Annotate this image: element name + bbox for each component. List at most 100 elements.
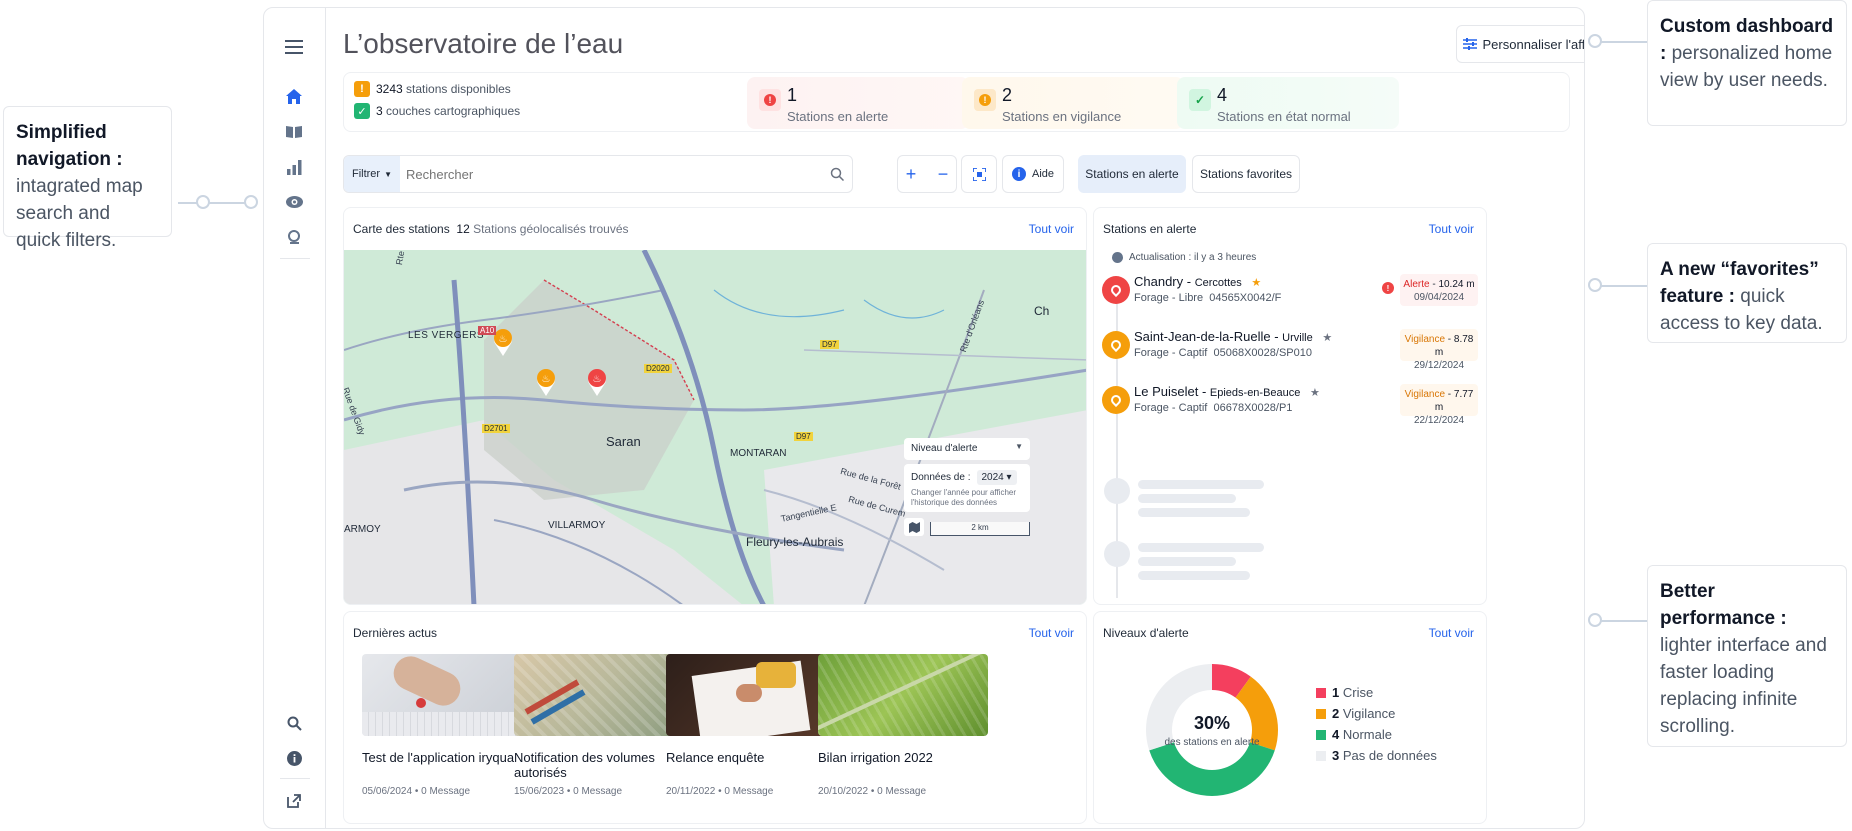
tab-stations-alert[interactable]: Stations en alerte [1078, 155, 1186, 193]
tab-stations-favorites[interactable]: Stations favorites [1192, 155, 1300, 193]
zoom-out-icon[interactable]: − [938, 164, 949, 185]
eye-icon[interactable] [283, 191, 305, 213]
star-icon[interactable]: ★ [1310, 387, 1320, 399]
map-label: Ch [1034, 304, 1050, 318]
stations-count: 3243 [376, 82, 403, 96]
station-type-line: Forage - Captif 05068X0028/SP010 [1134, 347, 1312, 359]
legend-label: Pas de données [1342, 748, 1437, 763]
level-label: Vigilance [1404, 334, 1446, 345]
station-name: Le Puiselet [1134, 384, 1199, 399]
map-label: Fleury-les-Aubrais [746, 535, 844, 549]
stat-alert-value: 1 [787, 85, 798, 105]
station-type: Forage - Libre [1134, 292, 1204, 304]
filter-button[interactable]: Filtrer ▼ [344, 156, 400, 192]
filter-label: Filtrer [351, 168, 381, 180]
layers-summary: ✓ 3 couches cartographiques [354, 103, 520, 119]
book-icon[interactable] [283, 120, 305, 142]
location-pin-icon [1102, 276, 1130, 304]
search-icon[interactable] [830, 167, 844, 181]
stat-alert[interactable]: ! 1 Stations en alerte [747, 77, 969, 129]
skeleton-row [1094, 541, 1486, 601]
alert-level-select[interactable]: Niveau d'alerte ▼ [904, 438, 1030, 460]
legend-count: 1 [1332, 685, 1340, 700]
news-item[interactable]: Relance enquête 20/11/2022 • 0 Message [666, 654, 836, 797]
map-see-all-link[interactable]: Tout voir [1029, 222, 1074, 236]
map-count-label: Stations géolocalisés trouvés [473, 222, 629, 236]
customize-button[interactable]: Personnaliser l'affichage [1456, 25, 1584, 63]
legend-item: 4 Normale [1316, 727, 1392, 742]
levels-card-title: Niveaux d'alerte [1103, 626, 1189, 640]
fullscreen-button[interactable] [961, 155, 997, 193]
year-value: 2024 [981, 472, 1004, 483]
home-icon[interactable] [283, 85, 305, 107]
map-layers-button[interactable] [904, 518, 924, 536]
page-title: L’observatoire de l’eau [343, 28, 624, 59]
stat-normal[interactable]: ✓ 4 Stations en état normal [1177, 77, 1399, 129]
stat-vigilance[interactable]: ! 2 Stations en vigilance [962, 77, 1184, 129]
annotation-performance: Better performance : lighter interface a… [1647, 565, 1847, 747]
road-badge: D2701 [482, 424, 510, 433]
level-tag: Vigilance - 8.78 m 29/12/2024 [1400, 329, 1478, 371]
bar-chart-icon[interactable] [283, 156, 305, 178]
news-meta: 15/06/2023 • 0 Message [514, 786, 623, 797]
station-name: Saint-Jean-de-la-Ruelle [1134, 329, 1271, 344]
road-badge: A10 [478, 326, 497, 335]
news-item[interactable]: Notification des volumes autorisés 15/06… [514, 654, 684, 797]
check-icon: ✓ [354, 103, 370, 119]
annotation-performance-title: Better performance : [1660, 581, 1787, 629]
help-label: Aide [1031, 168, 1055, 180]
zoom-in-icon[interactable]: + [906, 164, 917, 185]
legend-count: 3 [1332, 748, 1340, 763]
rail-divider [280, 258, 310, 259]
external-link-icon[interactable] [283, 790, 305, 812]
level-label: Alerte [1403, 279, 1430, 290]
alert-level-label: Niveau d'alerte [911, 443, 978, 454]
station-place: Epieds-en-Beauce [1209, 387, 1301, 399]
fullscreen-icon [972, 167, 986, 181]
station-pin[interactable]: ♨ [535, 368, 557, 396]
svg-text:♨: ♨ [499, 334, 508, 345]
alert-row[interactable]: Le Puiselet - Epieds-en-Beauce ★ Forage -… [1094, 380, 1486, 444]
stations-label: stations disponibles [406, 82, 511, 96]
stat-vigilance-label: Stations en vigilance [1002, 109, 1122, 124]
news-see-all-link[interactable]: Tout voir [1029, 626, 1074, 640]
search-input[interactable] [406, 162, 806, 186]
news-meta: 20/10/2022 • 0 Message [818, 786, 927, 797]
location-pin-icon [1102, 386, 1130, 414]
help-button[interactable]: i Aide [1002, 155, 1064, 193]
stat-normal-label: Stations en état normal [1217, 109, 1351, 124]
news-thumbnail [362, 654, 532, 736]
stations-summary: ! 3243 stations disponibles [354, 81, 511, 97]
search-icon[interactable] [283, 712, 305, 734]
news-title: Notification des volumes autorisés [514, 750, 655, 780]
news-item[interactable]: Test de l'application iryqua 05/06/2024 … [362, 654, 532, 797]
warning-icon: ! [354, 81, 370, 97]
map-area[interactable]: ♨ ♨ ♨ LES VERGERS Saran MONTARAN VILLARM… [344, 250, 1086, 604]
stat-alert-label: Stations en alerte [787, 109, 889, 124]
levels-see-all-link[interactable]: Tout voir [1429, 626, 1474, 640]
year-select[interactable]: 2024 ▾ [976, 470, 1017, 485]
rail-divider [280, 778, 310, 779]
donut-center-label: des stations en alerte [1164, 737, 1260, 748]
legend-item: 1 Crise [1316, 685, 1373, 700]
location-search-icon[interactable] [283, 226, 305, 248]
station-pin[interactable]: ♨ [586, 368, 608, 396]
news-title: Bilan irrigation 2022 [818, 750, 933, 765]
news-meta: 20/11/2022 • 0 Message [666, 786, 774, 797]
layers-count: 3 [376, 104, 383, 118]
level-date: 09/04/2024 [1413, 292, 1465, 303]
news-title: Test de l'application iryqua [362, 750, 515, 765]
summary-bar: ! 3243 stations disponibles ✓ 3 couches … [343, 72, 1570, 132]
star-icon[interactable]: ★ [1322, 332, 1332, 344]
chevron-down-icon: ▼ [1015, 442, 1023, 451]
annotation-favorites: A new “favorites” feature : quick access… [1647, 243, 1847, 343]
map-card: Carte des stations 12 Stations géolocali… [343, 207, 1087, 605]
connector-dot [1588, 34, 1602, 48]
news-item[interactable]: Bilan irrigation 2022 20/10/2022 • 0 Mes… [818, 654, 988, 797]
info-icon[interactable] [283, 747, 305, 769]
annotation-nav-title: Simplified navigation : [16, 122, 123, 170]
info-icon: i [1011, 167, 1026, 181]
map-label: ARMOY [344, 524, 381, 535]
menu-icon[interactable] [283, 36, 305, 58]
star-icon[interactable]: ★ [1251, 277, 1261, 289]
